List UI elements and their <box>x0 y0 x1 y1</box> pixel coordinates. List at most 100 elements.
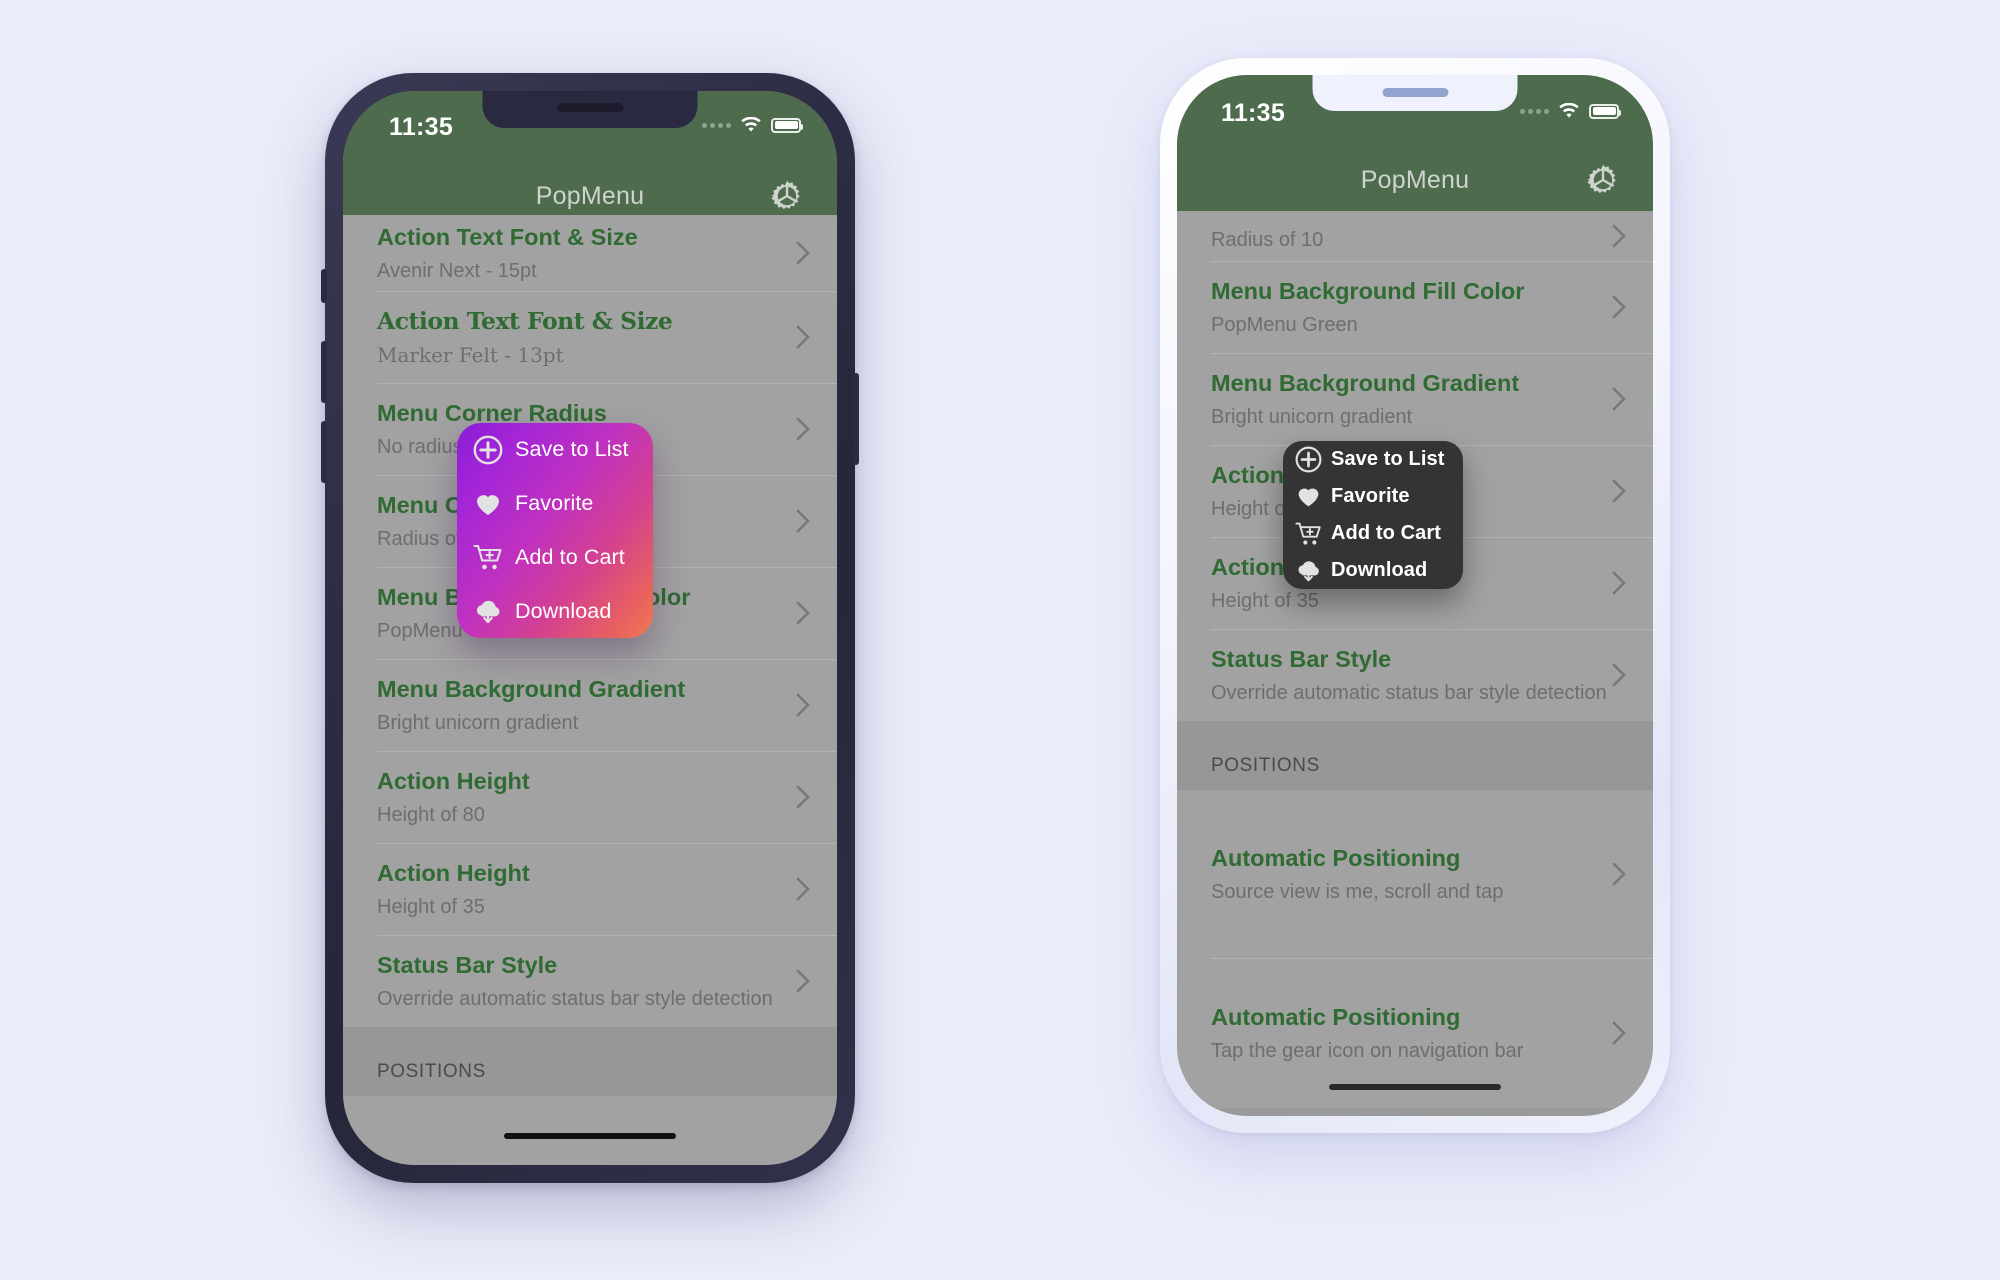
chevron-right-icon <box>795 324 811 350</box>
gear-icon[interactable] <box>767 176 807 216</box>
chevron-right-icon <box>1611 1020 1627 1046</box>
row-title: Status Bar Style <box>1211 646 1392 673</box>
power-button[interactable] <box>853 373 859 465</box>
wifi-icon <box>740 117 762 133</box>
gear-icon[interactable] <box>1583 160 1623 200</box>
row-subtitle: Override automatic status bar style dete… <box>1211 681 1607 704</box>
table-row[interactable]: Action Height Height of 80 <box>343 751 837 843</box>
table-row[interactable]: Action Height Height of 35 <box>343 843 837 935</box>
screen-right: 11:35 PopMenu Radius of 10 Menu Backgrou… <box>1177 75 1653 1116</box>
volume-down-button[interactable] <box>321 421 327 483</box>
row-title: Action Text Font & Size <box>377 224 638 251</box>
chevron-right-icon <box>795 876 811 902</box>
chevron-right-icon <box>795 600 811 626</box>
popmenu-item-label: Favorite <box>1331 485 1410 507</box>
table-row[interactable]: Menu Background Gradient Bright unicorn g… <box>1177 353 1653 445</box>
home-indicator[interactable] <box>1329 1084 1501 1090</box>
row-subtitle: Source view is me, scroll and tap <box>1211 880 1504 903</box>
row-subtitle: Tap the gear icon on navigation bar <box>1211 1039 1524 1062</box>
popmenu-item[interactable]: Save to List <box>457 423 653 477</box>
cart-plus-icon <box>473 542 503 572</box>
row-subtitle: Marker Felt - 13pt <box>377 342 564 367</box>
device-notch <box>1312 75 1518 111</box>
popmenu-item[interactable]: Favorite <box>457 477 653 531</box>
section-header-positions: POSITIONS <box>343 1027 837 1096</box>
cloud-download-icon <box>473 596 503 626</box>
row-subtitle: PopMenu Green <box>1211 313 1358 336</box>
row-title: Menu Background Gradient <box>377 676 686 703</box>
row-subtitle: Bright unicorn gradient <box>377 711 579 734</box>
phone-dark-frame: 11:35 PopMenu Action Text Font & Size Av… <box>321 73 859 1183</box>
popmenu-item[interactable]: Download <box>457 584 653 638</box>
popmenu-item-label: Favorite <box>515 491 594 516</box>
popmenu-item-label: Save to List <box>515 437 629 462</box>
table-row[interactable]: Menu Background Fill Color PopMenu Green <box>1177 261 1653 353</box>
popmenu-item[interactable]: Add to Cart <box>457 531 653 585</box>
chevron-right-icon <box>795 692 811 718</box>
table-row[interactable]: Status Bar Style Override automatic statu… <box>1177 629 1653 721</box>
row-title: Action Text Font & Size <box>377 307 673 336</box>
chevron-right-icon <box>1611 223 1627 249</box>
status-indicators <box>702 117 803 133</box>
row-title: Menu Background Gradient <box>1211 370 1520 397</box>
popmenu-item-label: Save to List <box>1331 448 1445 470</box>
chevron-right-icon <box>1611 662 1627 688</box>
chevron-right-icon <box>1611 861 1627 887</box>
signal-dots-icon <box>702 122 731 128</box>
plus-circle-icon <box>473 435 503 465</box>
popmenu-item-label: Add to Cart <box>1331 522 1441 544</box>
row-subtitle: Bright unicorn gradient <box>1211 405 1413 428</box>
battery-icon <box>1589 103 1621 119</box>
row-subtitle: Radius of 10 <box>1211 228 1324 251</box>
row-title: Status Bar Style <box>377 952 558 979</box>
status-bar-right: 11:35 <box>1177 75 1653 149</box>
popmenu-dark[interactable]: Save to List Favorite Add to Cart Download <box>1283 441 1463 589</box>
popmenu-item-label: Download <box>515 598 612 623</box>
status-bar-left: 11:35 <box>343 91 837 165</box>
canvas: 11:35 PopMenu Action Text Font & Size Av… <box>0 0 2000 1280</box>
popmenu-item[interactable]: Favorite <box>1283 478 1463 515</box>
popmenu-item[interactable]: Save to List <box>1283 441 1463 478</box>
popmenu-gradient[interactable]: Save to List Favorite Add to Cart Download <box>457 423 653 638</box>
cart-plus-icon <box>1295 520 1322 547</box>
table-row[interactable]: Action Text Font & Size Avenir Next - 15p… <box>343 215 837 291</box>
heart-icon <box>473 489 503 519</box>
mute-switch[interactable] <box>321 269 327 303</box>
chevron-right-icon <box>1611 294 1627 320</box>
page-title: PopMenu <box>1360 165 1470 194</box>
row-subtitle: Height of 80 <box>377 803 485 826</box>
row-title: Automatic Positioning <box>1211 1004 1461 1031</box>
row-subtitle: Height of 35 <box>377 895 485 918</box>
row-title: Automatic Positioning <box>1211 845 1461 872</box>
status-indicators <box>1520 103 1621 119</box>
table-row[interactable]: Menu Background Gradient Bright unicorn g… <box>343 659 837 751</box>
table-row[interactable]: Automatic Positioning Source view is me, … <box>1177 790 1653 958</box>
battery-icon <box>771 117 803 133</box>
chevron-right-icon <box>1611 570 1627 596</box>
device-notch <box>482 91 698 128</box>
table-row[interactable]: Radius of 10 <box>1177 211 1653 261</box>
table-row[interactable]: Action Text Font & Size Marker Felt - 13p… <box>343 291 837 383</box>
plus-circle-icon <box>1295 446 1322 473</box>
popmenu-item[interactable]: Add to Cart <box>1283 515 1463 552</box>
table-row[interactable]: Status Bar Style Override automatic statu… <box>343 935 837 1027</box>
row-subtitle: Override automatic status bar style dete… <box>377 987 773 1010</box>
volume-up-button[interactable] <box>321 341 327 403</box>
chevron-right-icon <box>1611 478 1627 504</box>
chevron-right-icon <box>795 784 811 810</box>
popmenu-item-label: Download <box>1331 559 1428 581</box>
home-indicator[interactable] <box>504 1133 676 1139</box>
status-clock: 11:35 <box>389 113 454 141</box>
popmenu-item[interactable]: Download <box>1283 552 1463 589</box>
chevron-right-icon <box>795 240 811 266</box>
page-title: PopMenu <box>535 181 645 210</box>
row-title: Action Height <box>377 768 530 795</box>
phone-light-frame: 11:35 PopMenu Radius of 10 Menu Backgrou… <box>1160 58 1670 1133</box>
popmenu-item-label: Add to Cart <box>515 544 625 569</box>
row-subtitle: Height of 35 <box>1211 589 1319 612</box>
heart-icon <box>1295 483 1322 510</box>
earpiece-speaker <box>1382 88 1448 97</box>
screen-left: 11:35 PopMenu Action Text Font & Size Av… <box>343 91 837 1165</box>
nav-bar-right: PopMenu <box>1177 149 1653 211</box>
list-bottom-pad <box>343 1096 837 1165</box>
